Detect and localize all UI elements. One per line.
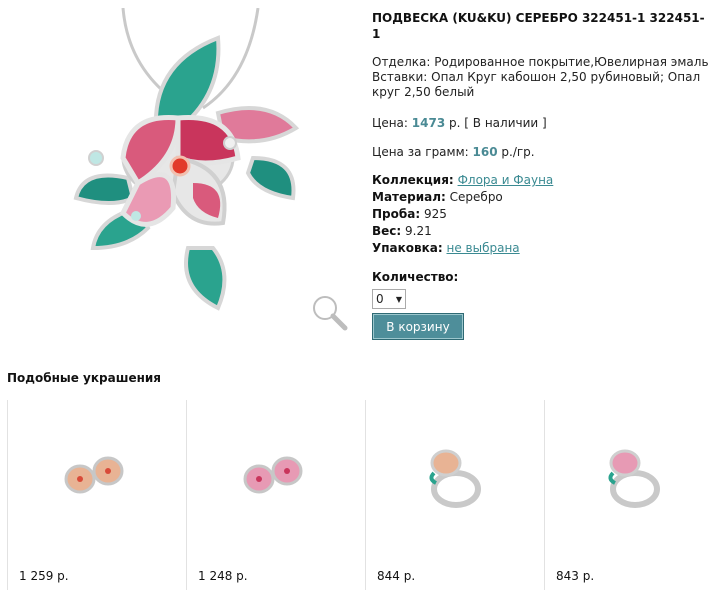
collection-link[interactable]: Флора и Фауна — [458, 173, 554, 187]
gram-price-value: 160 — [472, 145, 498, 159]
quantity-select[interactable]: 0 ▼ — [372, 289, 406, 309]
spec-weight: Вес: 9.21 — [372, 223, 712, 240]
price-unit: р. — [449, 116, 461, 130]
spec-probe-value: 925 — [423, 207, 447, 221]
spec-material-value: Серебро — [449, 190, 503, 204]
product-finish: Отделка: Родированное покрытие,Ювелирная… — [372, 55, 709, 69]
spec-collection-label: Коллекция: — [372, 173, 454, 187]
similar-grid: 1 259 р. 1 248 р. 844 р. 843 р. — [7, 400, 719, 590]
ring-pink-image[interactable] — [595, 445, 675, 515]
product-image[interactable] — [28, 7, 348, 330]
availability-badge: [ В наличии ] — [464, 116, 547, 130]
spec-probe: Проба: 925 — [372, 206, 712, 223]
similar-title: Подобные украшения — [7, 371, 162, 385]
price-label: Цена: — [372, 116, 408, 130]
spec-material-label: Материал: — [372, 190, 446, 204]
spec-package: Упаковка: не выбрана — [372, 240, 712, 257]
gram-price-label: Цена за грамм: — [372, 145, 469, 159]
similar-item-price: 1 259 р. — [19, 569, 69, 583]
add-to-cart-button[interactable]: В корзину — [372, 313, 464, 340]
chevron-down-icon: ▼ — [395, 294, 402, 304]
similar-item-price: 844 р. — [377, 569, 416, 583]
quantity-value: 0 — [376, 292, 384, 306]
price-value: 1473 — [411, 116, 446, 130]
spec-probe-label: Проба: — [372, 207, 421, 221]
product-specs: Коллекция: Флора и Фауна Материал: Сереб… — [372, 172, 712, 257]
similar-item[interactable]: 1 248 р. — [186, 400, 366, 590]
earrings-pink-image[interactable] — [237, 445, 317, 505]
spec-weight-label: Вес: — [372, 224, 402, 238]
similar-item[interactable]: 1 259 р. — [7, 400, 187, 590]
similar-item-price: 843 р. — [556, 569, 595, 583]
spec-collection: Коллекция: Флора и Фауна — [372, 172, 712, 189]
earrings-peach-image[interactable] — [58, 445, 138, 505]
gram-price-unit: р./гр. — [501, 145, 535, 159]
price-line: Цена: 1473 р. [ В наличии ] — [372, 115, 712, 131]
gram-price-line: Цена за грамм: 160 р./гр. — [372, 144, 712, 160]
package-link[interactable]: не выбрана — [447, 241, 520, 255]
similar-item[interactable]: 843 р. — [544, 400, 719, 590]
similar-item[interactable]: 844 р. — [365, 400, 545, 590]
quantity-label: Количество: — [372, 270, 459, 284]
product-inserts: Вставки: Опал Круг кабошон 2,50 рубиновы… — [372, 70, 701, 99]
ring-peach-image[interactable] — [416, 445, 496, 515]
spec-package-label: Упаковка: — [372, 241, 443, 255]
product-info: ПОДВЕСКА (KU&KU) СЕРЕБРО 322451-1 322451… — [372, 10, 712, 309]
spec-material: Материал: Серебро — [372, 189, 712, 206]
similar-item-price: 1 248 р. — [198, 569, 248, 583]
spec-weight-value: 9.21 — [405, 224, 432, 238]
product-title: ПОДВЕСКА (KU&KU) СЕРЕБРО 322451-1 322451… — [372, 11, 705, 41]
magnifier-icon[interactable] — [310, 293, 350, 333]
